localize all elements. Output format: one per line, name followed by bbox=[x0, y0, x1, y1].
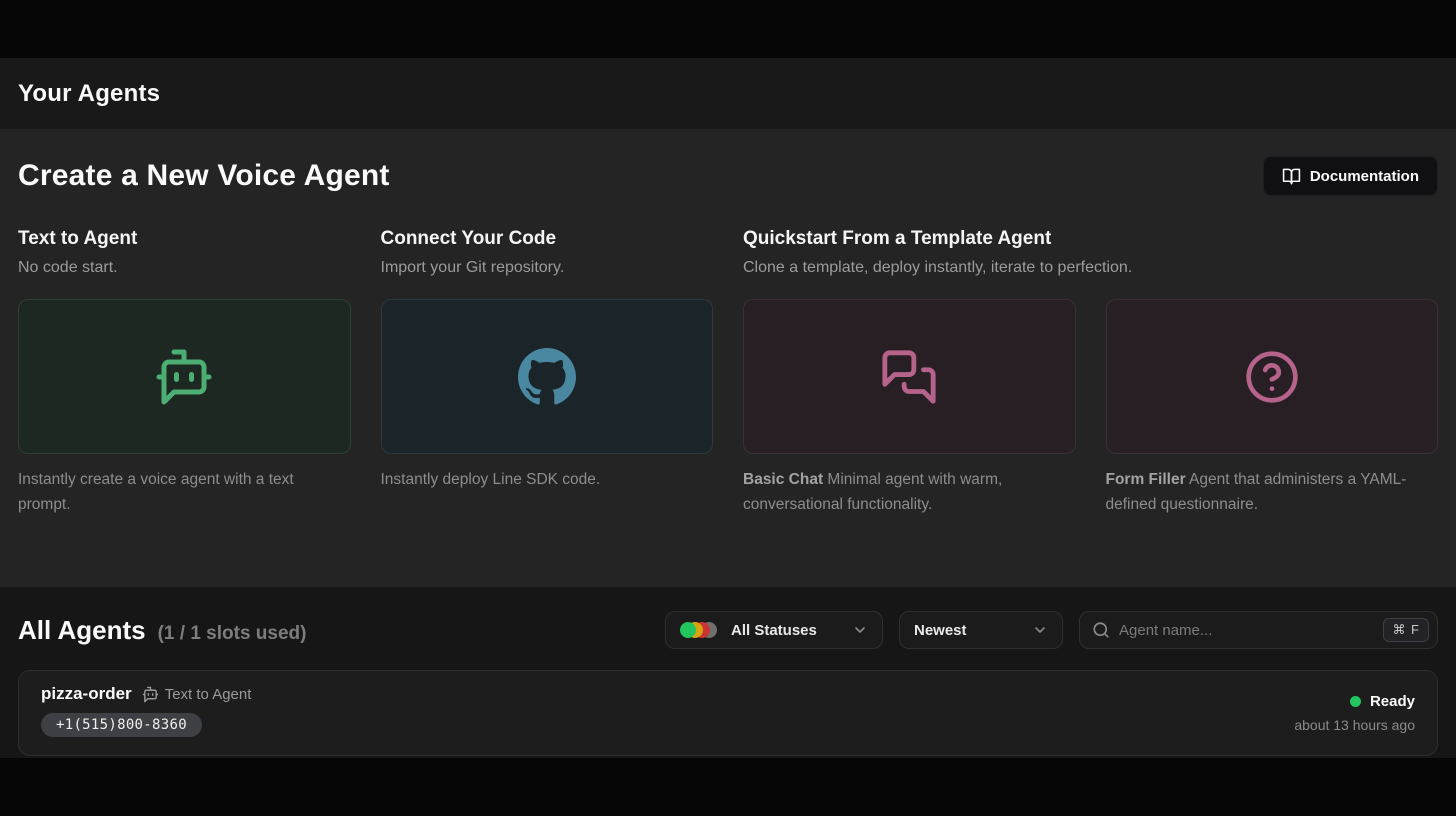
documentation-button[interactable]: Documentation bbox=[1263, 156, 1438, 196]
agent-search-box[interactable]: ⌘ F bbox=[1079, 611, 1438, 649]
chat-bubbles-icon bbox=[880, 348, 938, 406]
template-form-filler-card[interactable] bbox=[1106, 299, 1439, 454]
agent-row-pizza-order[interactable]: pizza-order Text to Agent +1(515)800-836… bbox=[18, 670, 1438, 756]
column-title: Connect Your Code bbox=[381, 228, 714, 250]
bot-message-icon bbox=[142, 686, 159, 703]
page-title: Your Agents bbox=[18, 80, 160, 108]
agent-search-input[interactable] bbox=[1119, 622, 1383, 639]
agent-phone-badge: +1(515)800-8360 bbox=[41, 713, 202, 737]
search-shortcut-badge: ⌘ F bbox=[1383, 618, 1429, 642]
bot-message-icon bbox=[154, 347, 214, 407]
slots-used-label: (1 / 1 slots used) bbox=[158, 623, 307, 645]
form-filler-caption: Form Filler Agent that administers a YAM… bbox=[1106, 467, 1439, 517]
all-agents-section: All Agents (1 / 1 slots used) All Status… bbox=[0, 587, 1456, 758]
agent-type-badge: Text to Agent bbox=[142, 686, 252, 703]
column-subtitle: No code start. bbox=[18, 259, 351, 277]
column-quickstart-template: Quickstart From a Template Agent Clone a… bbox=[743, 228, 1438, 277]
status-filter-label: All Statuses bbox=[731, 622, 817, 639]
template-basic-chat-card[interactable] bbox=[743, 299, 1076, 454]
status-dots-icon bbox=[680, 622, 717, 638]
create-options-grid: Text to Agent No code start. Connect You… bbox=[18, 228, 1438, 517]
column-subtitle: Clone a template, deploy instantly, iter… bbox=[743, 259, 1438, 277]
template-name: Form Filler bbox=[1106, 471, 1186, 488]
top-letterbox bbox=[0, 0, 1456, 58]
connect-code-caption: Instantly deploy Line SDK code. bbox=[381, 467, 714, 517]
agent-type-label: Text to Agent bbox=[165, 686, 252, 703]
column-title: Text to Agent bbox=[18, 228, 351, 250]
column-subtitle: Import your Git repository. bbox=[381, 259, 714, 277]
template-name: Basic Chat bbox=[743, 471, 823, 488]
page-header: Your Agents bbox=[0, 58, 1456, 130]
create-section-title: Create a New Voice Agent bbox=[18, 159, 390, 193]
text-to-agent-card[interactable] bbox=[18, 299, 351, 454]
question-circle-icon bbox=[1244, 349, 1300, 405]
create-agent-section: Create a New Voice Agent Documentation T… bbox=[0, 130, 1456, 587]
column-connect-code: Connect Your Code Import your Git reposi… bbox=[381, 228, 714, 277]
status-filter-dropdown[interactable]: All Statuses bbox=[665, 611, 883, 649]
agent-status: Ready bbox=[1370, 693, 1415, 710]
sort-dropdown[interactable]: Newest bbox=[899, 611, 1063, 649]
agent-updated-time: about 13 hours ago bbox=[1294, 717, 1415, 733]
text-to-agent-caption: Instantly create a voice agent with a te… bbox=[18, 467, 351, 517]
chevron-down-icon bbox=[852, 622, 868, 638]
status-dot-icon bbox=[1350, 696, 1361, 707]
github-icon bbox=[518, 348, 576, 406]
chevron-down-icon bbox=[1032, 622, 1048, 638]
sort-label: Newest bbox=[914, 622, 967, 639]
bottom-letterbox bbox=[0, 758, 1456, 816]
connect-code-card[interactable] bbox=[381, 299, 714, 454]
basic-chat-caption: Basic Chat Minimal agent with warm, conv… bbox=[743, 467, 1076, 517]
agent-name: pizza-order bbox=[41, 684, 132, 704]
book-open-icon bbox=[1282, 167, 1301, 186]
all-agents-title: All Agents bbox=[18, 615, 146, 646]
documentation-label: Documentation bbox=[1310, 168, 1419, 185]
column-text-to-agent: Text to Agent No code start. bbox=[18, 228, 351, 277]
search-icon bbox=[1092, 621, 1110, 639]
app-screen: Your Agents Create a New Voice Agent Doc… bbox=[0, 0, 1456, 816]
column-title: Quickstart From a Template Agent bbox=[743, 228, 1438, 250]
